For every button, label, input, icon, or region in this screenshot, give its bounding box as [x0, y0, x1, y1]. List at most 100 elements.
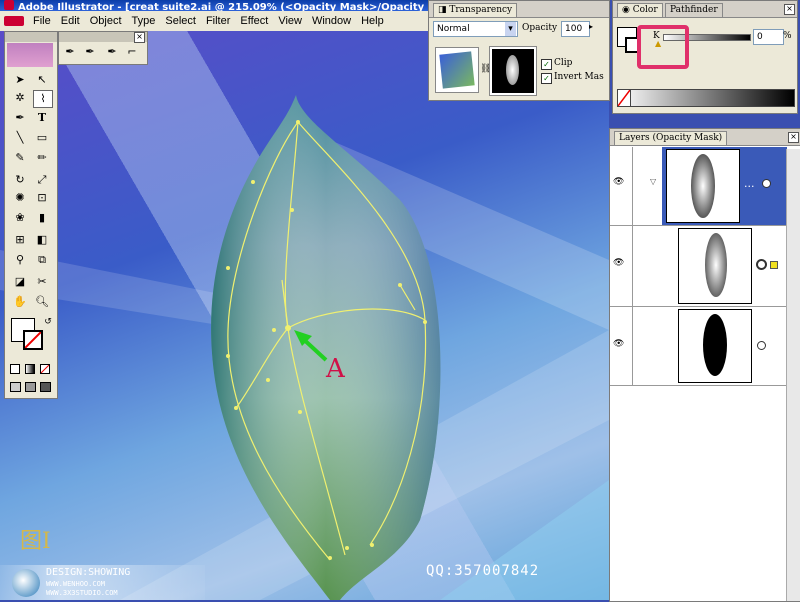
pen-tools-flyout: × ✒ ✒ ✒ ⌐ [58, 31, 148, 65]
document-icon[interactable] [4, 16, 24, 26]
invert-mask-label: Invert Mas [554, 72, 604, 82]
leaf-artwork [0, 95, 609, 600]
full-screen-mode-button[interactable] [40, 382, 51, 392]
menu-object[interactable]: Object [85, 15, 127, 27]
tab-transparency[interactable]: ◨ Transparency [433, 3, 518, 17]
gradient-tool-icon[interactable]: ◧ [33, 232, 51, 248]
direct-selection-tool-icon[interactable]: ↖ [33, 72, 51, 88]
selection-tool-icon[interactable]: ➤ [11, 72, 29, 88]
title-bar: Adobe Illustrator - [creat suite2.ai @ 2… [0, 0, 430, 11]
scissors-tool-icon[interactable]: ✂ [33, 274, 51, 290]
none-color-icon [618, 90, 631, 106]
type-tool-icon[interactable]: T [33, 110, 51, 126]
hand-tool-icon[interactable]: ✋ [11, 294, 29, 310]
target-circle-icon[interactable] [757, 260, 766, 269]
menu-select[interactable]: Select [160, 15, 201, 27]
artboard-canvas[interactable]: A 图I QQ:357007842 DESIGN:SHOWING WWW.WEN… [0, 31, 609, 600]
invert-mask-checkbox[interactable]: ✓ [541, 73, 552, 84]
watermark-banner: DESIGN:SHOWING WWW.WENHOO.COM WWW.3X3STU… [0, 565, 205, 600]
eye-icon[interactable]: 👁︎ [613, 177, 624, 187]
transparency-panel-icon: ◨ [438, 5, 450, 15]
free-transform-tool-icon[interactable]: ⊡ [33, 190, 51, 206]
adobe-flower-logo [7, 43, 53, 67]
selection-indicator-icon[interactable] [770, 261, 778, 269]
target-circle-icon[interactable] [757, 341, 766, 350]
color-spectrum-bar[interactable] [617, 89, 795, 107]
target-circle-icon[interactable] [762, 179, 771, 188]
tab-layers[interactable]: Layers (Opacity Mask) [614, 131, 728, 145]
pen-tool-icon[interactable]: ✒ [11, 110, 29, 126]
watermark-design: DESIGN:SHOWING [46, 567, 131, 578]
annotation-label: A [326, 354, 345, 384]
none-mode-button[interactable] [40, 364, 50, 374]
artwork-thumbnail[interactable] [435, 47, 479, 93]
opacity-label: Opacity [522, 23, 558, 33]
pen-tool-icon[interactable]: ✒ [61, 44, 79, 60]
eye-icon[interactable]: 👁︎ [613, 258, 624, 268]
symbol-sprayer-tool-icon[interactable]: ❀ [11, 210, 29, 226]
add-anchor-point-tool-icon[interactable]: ✒ [81, 44, 99, 60]
layer-row[interactable]: 👁︎ [610, 226, 787, 307]
full-screen-menu-mode-button[interactable] [25, 382, 36, 392]
highlight-box [637, 25, 689, 69]
tab-pathfinder[interactable]: Pathfinder [665, 3, 723, 17]
stroke-swatch[interactable] [23, 330, 43, 350]
rotate-tool-icon[interactable]: ↻ [11, 172, 29, 188]
slice-tool-icon[interactable]: ◪ [11, 274, 29, 290]
menu-window[interactable]: Window [307, 15, 356, 27]
menu-view[interactable]: View [273, 15, 307, 27]
scale-tool-icon[interactable]: ⤢ [33, 172, 51, 188]
menu-bar: File Edit Object Type Select Filter Effe… [0, 11, 430, 32]
layers-panel: Layers (Opacity Mask) × 👁︎ ▽ ... 👁︎ 👁︎ [609, 128, 800, 602]
menu-file[interactable]: File [28, 15, 56, 27]
expand-triangle-icon[interactable]: ▽ [650, 177, 656, 186]
clip-checkbox[interactable]: ✓ [541, 59, 552, 70]
swap-fill-stroke-icon[interactable]: ↺ [39, 314, 57, 330]
menu-effect[interactable]: Effect [235, 15, 273, 27]
menu-filter[interactable]: Filter [201, 15, 235, 27]
globe-logo-icon [12, 569, 40, 597]
delete-anchor-point-tool-icon[interactable]: ✒ [103, 44, 121, 60]
layer-thumbnail [666, 149, 740, 223]
opacity-input[interactable]: 100 [561, 21, 590, 37]
layer-row[interactable]: 👁︎ [610, 307, 787, 386]
close-icon[interactable]: × [134, 32, 145, 43]
close-icon[interactable]: × [784, 4, 795, 15]
mesh-tool-icon[interactable]: ⊞ [11, 232, 29, 248]
color-mode-button[interactable] [10, 364, 20, 374]
transparency-panel: ◨ Transparency Normal ▾ Opacity 100 ▸ ⛓ ✓… [428, 0, 610, 101]
menu-edit[interactable]: Edit [56, 15, 85, 27]
layer-thumbnail [678, 228, 752, 304]
tab-color[interactable]: ◉ Color [617, 3, 663, 17]
figure-label: 图I [20, 529, 51, 554]
gradient-mode-button[interactable] [25, 364, 35, 374]
layer-row[interactable]: 👁︎ ▽ ... [610, 147, 787, 226]
close-icon[interactable]: × [788, 132, 799, 143]
k-value-input[interactable]: 0 [753, 29, 784, 45]
standard-screen-mode-button[interactable] [10, 382, 21, 392]
blend-tool-icon[interactable]: ⧉ [33, 252, 51, 268]
lasso-tool-icon[interactable]: ⌇ [33, 90, 53, 108]
layers-scrollbar[interactable] [786, 149, 800, 601]
watermark-url1: WWW.WENHOO.COM [46, 580, 106, 588]
opacity-mask-thumbnail[interactable] [489, 46, 537, 96]
rectangle-tool-icon[interactable]: ▭ [33, 130, 51, 146]
menu-help[interactable]: Help [356, 15, 389, 27]
opacity-stepper-icon[interactable]: ▸ [589, 22, 593, 31]
chevron-down-icon: ▾ [505, 22, 516, 36]
convert-anchor-point-tool-icon[interactable]: ⌐ [123, 44, 141, 60]
magic-wand-tool-icon[interactable]: ✲ [11, 90, 29, 106]
eye-icon[interactable]: 👁︎ [613, 339, 624, 349]
paintbrush-tool-icon[interactable]: ✎ [11, 150, 29, 166]
tools-palette-titlebar[interactable] [5, 32, 57, 42]
color-panel: ◉ Color Pathfinder × K ▲ 0 % [612, 0, 798, 114]
watermark-url2: WWW.3X3STUDIO.COM [46, 589, 118, 597]
graph-tool-icon[interactable]: ▮ [33, 210, 51, 226]
menu-type[interactable]: Type [127, 15, 161, 27]
warp-tool-icon[interactable]: ✺ [11, 190, 29, 206]
pencil-tool-icon[interactable]: ✏ [33, 150, 51, 166]
blend-mode-select[interactable]: Normal ▾ [433, 21, 518, 37]
zoom-tool-icon[interactable]: 🔍︎ [33, 294, 51, 310]
eyedropper-tool-icon[interactable]: ⚲ [11, 252, 29, 268]
line-tool-icon[interactable]: ╲ [11, 130, 29, 146]
